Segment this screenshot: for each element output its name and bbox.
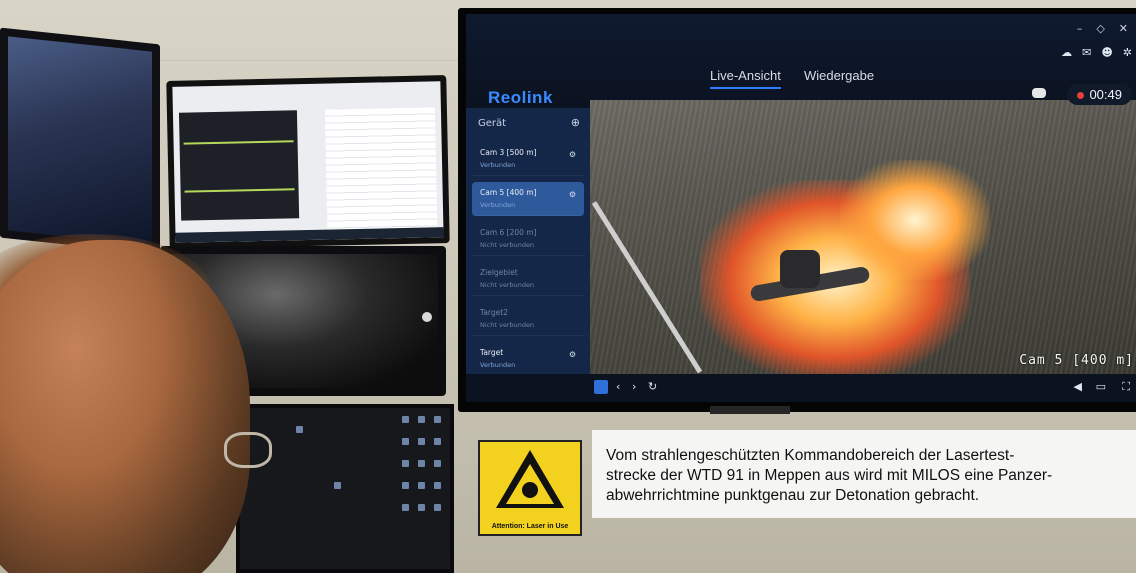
glasses [224, 432, 272, 468]
window-controls: – ◇ ✕ [1077, 22, 1128, 35]
app-logo: Reolink [488, 88, 553, 107]
photo-caption: Vom strahlengeschützten Kommandobereich … [592, 430, 1136, 518]
device-sidebar: Gerät ⊕ Cam 3 [500 m] Verbunden ⚙ Cam 5 … [466, 108, 590, 376]
desktop-icon [402, 504, 409, 511]
desktop-icon [434, 482, 441, 489]
desktop-icon [296, 426, 303, 433]
camera-name: Zielgebiet [480, 268, 518, 277]
desktop-icon [418, 416, 425, 423]
sidebar-header: Gerät ⊕ [466, 108, 590, 138]
desktop-icon [434, 416, 441, 423]
desktop-icon [418, 504, 425, 511]
camera-name: Target2 [480, 308, 508, 317]
refresh-icon[interactable]: ↻ [648, 380, 657, 393]
laser-star-icon [522, 482, 538, 498]
message-icon[interactable]: ✉ [1082, 46, 1091, 59]
graph-monitor-screen [172, 81, 444, 243]
previous-icon[interactable]: ‹ [616, 380, 620, 393]
desktop-monitor [236, 404, 454, 573]
sidebar-item-cam6[interactable]: Cam 6 [200 m] Nicht verbunden [472, 222, 584, 256]
cloud-icon[interactable]: ☁ [1061, 46, 1072, 59]
record-time: 00:49 [1089, 87, 1122, 102]
person-head [0, 240, 250, 573]
volume-icon[interactable]: ◀ [1074, 380, 1082, 393]
desktop-icon [402, 460, 409, 467]
reolink-app: Reolink Live-Ansicht Wiedergabe – ◇ ✕ ☁ … [466, 14, 1136, 402]
camera-settings-icon[interactable]: ⚙ [569, 150, 576, 159]
desktop-icon [418, 438, 425, 445]
data-table [324, 107, 438, 230]
camera-name: Target [480, 348, 504, 357]
left-monitor-image [8, 36, 152, 246]
add-device-icon[interactable]: ⊕ [571, 116, 580, 129]
next-icon[interactable]: › [632, 380, 636, 393]
snapshot-icon[interactable] [1032, 88, 1046, 98]
desktop-icon [334, 482, 341, 489]
desktop-icon [402, 438, 409, 445]
minimize-icon[interactable]: – [1077, 22, 1083, 35]
graph-trace [184, 188, 295, 193]
layout-grid-icon[interactable] [594, 380, 608, 394]
video-fireball [840, 160, 990, 280]
tab-playback[interactable]: Wiedergabe [804, 68, 874, 83]
close-icon[interactable]: ✕ [1119, 22, 1128, 35]
desktop-icon [434, 460, 441, 467]
tv-monitor: Reolink Live-Ansicht Wiedergabe – ◇ ✕ ☁ … [458, 8, 1136, 412]
fullscreen-icon[interactable]: ⛶ [1122, 380, 1130, 394]
graph-pane [178, 110, 300, 221]
toolbar-icons: ☁ ✉ ☻ ✲ [1061, 46, 1132, 59]
sidebar-item-zielgebiet[interactable]: Zielgebiet Nicht verbunden [472, 262, 584, 296]
sidebar-item-target2[interactable]: Target2 Nicht verbunden [472, 302, 584, 336]
desktop-icon [418, 482, 425, 489]
aspect-ratio-icon[interactable]: ▭ [1096, 380, 1106, 393]
record-timer[interactable]: 00:49 [1067, 84, 1132, 105]
desktop-icon [434, 504, 441, 511]
desktop-icon [402, 482, 409, 489]
camera-settings-icon[interactable]: ⚙ [569, 350, 576, 359]
sidebar-item-target[interactable]: Target Verbunden ⚙ [472, 342, 584, 376]
sign-label: Attention: Laser in Use [491, 523, 569, 530]
caption-line: Vom strahlengeschützten Kommandobereich … [606, 447, 1015, 464]
camera-status: Nicht verbunden [480, 321, 535, 329]
camera-name: Cam 5 [400 m] [480, 188, 537, 197]
desktop-icon [402, 416, 409, 423]
graph-monitor [166, 75, 450, 249]
camera-status: Verbunden [480, 161, 516, 169]
desktop-icon [418, 460, 425, 467]
sidebar-item-cam3[interactable]: Cam 3 [500 m] Verbunden ⚙ [472, 142, 584, 176]
graph-trace [183, 140, 294, 145]
camera-status: Verbunden [480, 361, 516, 369]
camera-settings-icon[interactable]: ⚙ [569, 190, 576, 199]
video-camera-overlay: Cam 5 [400 m] [1019, 353, 1134, 368]
sidebar-title: Gerät [478, 118, 507, 129]
restore-icon[interactable]: ◇ [1096, 22, 1104, 35]
caption-line: abwehrrichtmine punktgenau zur Detonatio… [606, 487, 980, 504]
tv-stand [710, 406, 790, 414]
camera-status: Verbunden [480, 201, 516, 209]
laser-warning-sign: Attention: Laser in Use [478, 440, 582, 536]
camera-name: Cam 3 [500 m] [480, 148, 537, 157]
caption-line: strecke der WTD 91 in Meppen aus wird mi… [606, 467, 1053, 484]
camera-status: Nicht verbunden [480, 241, 535, 249]
record-dot-icon [1077, 92, 1085, 99]
user-icon[interactable]: ☻ [1101, 46, 1112, 59]
sidebar-item-cam5[interactable]: Cam 5 [400 m] Verbunden ⚙ [472, 182, 584, 216]
player-controls: ‹ › ↻ ◀ ▭ ⛶ [466, 374, 1136, 402]
monitor-indicator [422, 312, 432, 322]
video-mine-head [780, 250, 820, 288]
left-monitor [0, 27, 160, 255]
camera-status: Nicht verbunden [480, 281, 535, 289]
live-video-feed[interactable]: Cam 5 [400 m] [590, 100, 1136, 374]
camera-name: Cam 6 [200 m] [480, 228, 537, 237]
desktop-screen [240, 408, 450, 569]
tab-live-view[interactable]: Live-Ansicht [710, 68, 781, 89]
taskbar [175, 227, 444, 243]
settings-icon[interactable]: ✲ [1123, 46, 1132, 59]
desktop-icon [434, 438, 441, 445]
